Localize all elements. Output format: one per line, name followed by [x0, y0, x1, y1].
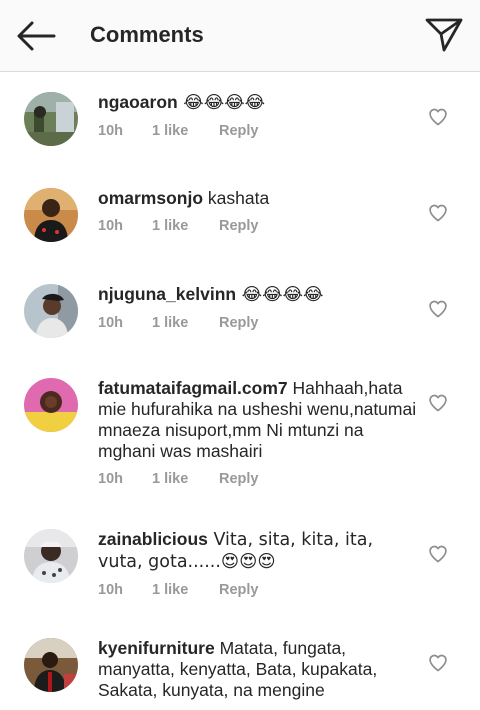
comment-username[interactable]: ngaoaron: [98, 92, 178, 112]
comment-username[interactable]: kyenifurniture: [98, 638, 215, 658]
paper-plane-icon: [425, 18, 463, 52]
like-button[interactable]: [428, 393, 448, 413]
comment-text: kyenifurniture Matata, fungata, manyatta…: [98, 638, 418, 701]
avatar-image: [24, 529, 78, 583]
comment-body: njuguna_kelvinn 😂😂😂😂 10h 1 like Reply: [98, 284, 418, 331]
avatar-image: [24, 638, 78, 692]
like-button[interactable]: [428, 107, 448, 127]
avatar[interactable]: [24, 529, 78, 583]
reply-button[interactable]: Reply: [219, 471, 259, 487]
like-count[interactable]: 1 like: [152, 315, 219, 331]
arrow-left-icon: [17, 21, 56, 51]
avatar-image: [24, 92, 78, 146]
like-count[interactable]: 1 like: [152, 123, 219, 139]
heart-outline-icon: [429, 394, 447, 412]
reply-button[interactable]: Reply: [219, 218, 259, 234]
avatar[interactable]: [24, 378, 78, 432]
comment-text: ngaoaron 😂😂😂😂: [98, 92, 418, 114]
like-button[interactable]: [428, 203, 448, 223]
share-button[interactable]: [424, 14, 464, 54]
comment-body: ngaoaron 😂😂😂😂 10h 1 like Reply: [98, 92, 418, 139]
like-count[interactable]: 1 like: [152, 471, 219, 487]
comment-username[interactable]: njuguna_kelvinn: [98, 284, 236, 304]
comment-time: 10h: [98, 218, 123, 234]
comment-text: omarmsonjo kashata: [98, 188, 418, 209]
avatar-image: [24, 284, 78, 338]
comment-body: zainablicious Vita, sita, kita, ita, vut…: [98, 529, 418, 598]
like-button[interactable]: [428, 653, 448, 673]
avatar-image: [24, 188, 78, 242]
comment-content: 😂😂😂😂: [177, 93, 266, 113]
comment-time: 10h: [98, 471, 123, 487]
comment-text: zainablicious Vita, sita, kita, ita, vut…: [98, 529, 418, 573]
top-bar: Comments: [0, 0, 480, 72]
comment-text: fatumataifagmail.com7 Hahhaah,hata mie h…: [98, 378, 418, 462]
comment-meta: 10h 1 like Reply: [98, 315, 418, 331]
avatar[interactable]: [24, 188, 78, 242]
heart-outline-icon: [429, 654, 447, 672]
reply-button[interactable]: Reply: [219, 315, 259, 331]
comment-list: ngaoaron 😂😂😂😂 10h 1 like Reply omarmsonj…: [0, 72, 480, 710]
comment-text: njuguna_kelvinn 😂😂😂😂: [98, 284, 418, 306]
back-button[interactable]: [14, 18, 58, 54]
reply-button[interactable]: Reply: [219, 123, 259, 139]
avatar[interactable]: [24, 284, 78, 338]
heart-outline-icon: [429, 108, 447, 126]
reply-button[interactable]: Reply: [219, 582, 259, 598]
like-count[interactable]: 1 like: [152, 218, 219, 234]
heart-outline-icon: [429, 204, 447, 222]
like-count[interactable]: 1 like: [152, 582, 219, 598]
comment-username[interactable]: omarmsonjo: [98, 188, 203, 208]
comment-content: 😂😂😂😂: [236, 285, 324, 305]
comment-meta: 10h 1 like Reply: [98, 471, 418, 487]
avatar[interactable]: [24, 638, 78, 692]
comment-time: 10h: [98, 315, 123, 331]
heart-outline-icon: [429, 300, 447, 318]
comment-time: 10h: [98, 582, 123, 598]
comment-meta: 10h 1 like Reply: [98, 582, 418, 598]
avatar[interactable]: [24, 92, 78, 146]
comment-content: kashata: [203, 188, 270, 208]
comment-body: kyenifurniture Matata, fungata, manyatta…: [98, 638, 418, 701]
avatar-image: [24, 378, 78, 432]
comment-time: 10h: [98, 123, 123, 139]
comment-body: omarmsonjo kashata 10h 1 like Reply: [98, 188, 418, 234]
like-button[interactable]: [428, 299, 448, 319]
heart-outline-icon: [429, 545, 447, 563]
comment-meta: 10h 1 like Reply: [98, 123, 418, 139]
comment-username[interactable]: zainablicious: [98, 529, 208, 549]
comment-body: fatumataifagmail.com7 Hahhaah,hata mie h…: [98, 378, 418, 487]
comment-username[interactable]: fatumataifagmail.com7: [98, 378, 288, 398]
like-button[interactable]: [428, 544, 448, 564]
page-title: Comments: [90, 22, 204, 47]
comment-meta: 10h 1 like Reply: [98, 218, 418, 234]
